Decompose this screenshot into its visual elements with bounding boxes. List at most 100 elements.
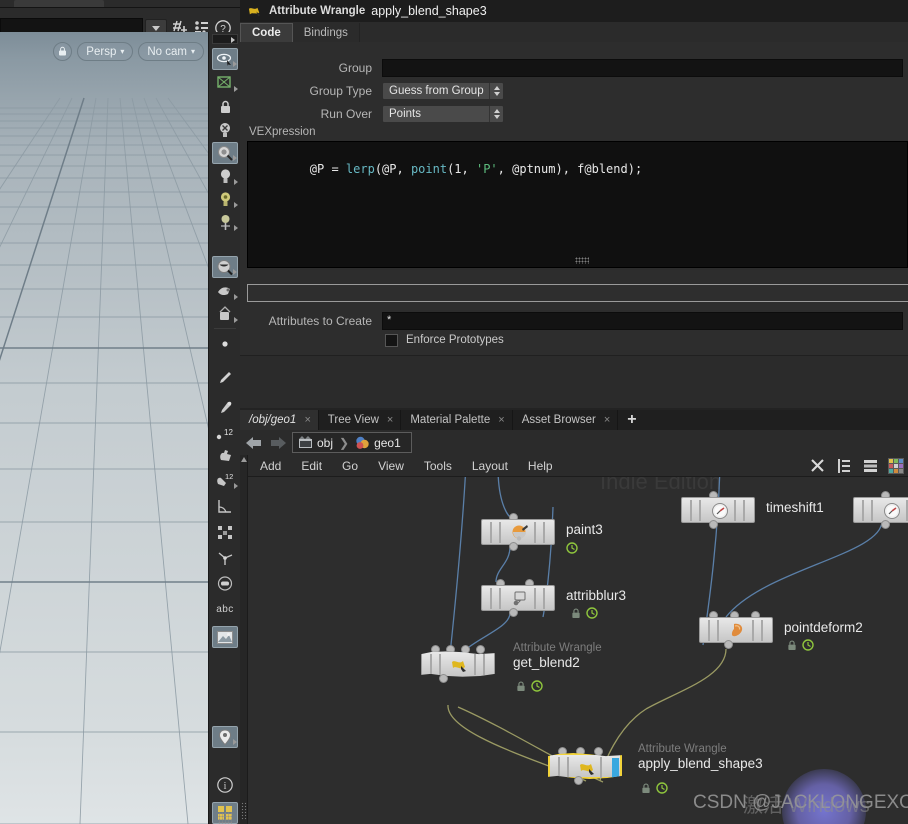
image-tool[interactable] <box>212 626 238 648</box>
view-persp-menu[interactable]: Persp ▾ <box>77 42 134 61</box>
node-output-port[interactable] <box>724 640 733 649</box>
node-output-port[interactable] <box>709 520 718 529</box>
tools-button[interactable] <box>810 458 826 474</box>
breadcrumb-label: geo1 <box>374 435 401 450</box>
light-tool[interactable] <box>212 165 238 187</box>
secure-selection[interactable] <box>212 96 238 118</box>
bucket-tool[interactable] <box>212 303 238 325</box>
node-output-port[interactable] <box>509 542 518 551</box>
close-icon[interactable]: × <box>387 414 393 426</box>
node-body[interactable] <box>481 585 555 611</box>
menu-layout[interactable]: Layout <box>462 455 518 477</box>
viewport-3d[interactable]: Persp ▾ No cam ▾ <box>0 32 208 824</box>
enforce-prototypes-checkbox[interactable] <box>385 333 398 347</box>
node-get-blend2[interactable]: Attribute Wrangle get_blend2 <box>421 642 602 692</box>
vexpression-editor[interactable]: @P = lerp(@P, point(1, 'P', @ptnum), f@b… <box>247 141 908 268</box>
panel-tab-stub[interactable] <box>14 0 104 7</box>
chevron-up-icon[interactable] <box>241 457 247 462</box>
list-view-button[interactable] <box>836 458 852 474</box>
spinner-icon[interactable] <box>489 83 503 99</box>
new-tab-button[interactable]: + <box>618 410 645 430</box>
info-button[interactable]: i <box>212 774 238 796</box>
network-tab-geo1[interactable]: /obj/geo1 × <box>240 410 319 430</box>
node-body[interactable] <box>681 497 755 523</box>
axis-tool[interactable] <box>212 546 238 568</box>
group-field[interactable] <box>382 59 903 77</box>
node-timeshift1[interactable]: timeshift1 <box>681 491 824 529</box>
paint-tool[interactable] <box>212 280 238 302</box>
lock-view-button[interactable] <box>53 42 73 61</box>
node-output-port[interactable] <box>881 520 890 529</box>
node-output-port[interactable] <box>509 608 518 617</box>
network-vertical-scroll[interactable] <box>240 455 248 824</box>
select-whole-geometry[interactable] <box>212 119 238 141</box>
camera-menu[interactable]: No cam ▾ <box>138 42 204 61</box>
menu-tools[interactable]: Tools <box>414 455 462 477</box>
panel-header-icon[interactable] <box>212 34 238 44</box>
breadcrumb-geo1[interactable]: geo1 <box>355 436 401 450</box>
hand-tool[interactable] <box>212 445 238 467</box>
select-tool[interactable] <box>212 48 238 70</box>
node-body[interactable] <box>699 617 773 643</box>
node-timeshift2[interactable] <box>853 491 908 529</box>
scroll-grip[interactable] <box>241 802 247 820</box>
vexpression-resize-handle[interactable] <box>248 256 907 265</box>
brush-tool[interactable] <box>212 367 238 389</box>
network-canvas[interactable]: Indie Edition paint3 attribblur3 Attribu… <box>248 477 908 824</box>
node-paint3[interactable]: paint3 <box>481 513 603 554</box>
menu-edit[interactable]: Edit <box>291 455 332 477</box>
hand-12-tool[interactable]: 12 <box>212 469 238 491</box>
spinner-icon[interactable] <box>489 106 503 122</box>
close-icon[interactable]: × <box>604 414 610 426</box>
node-input-port[interactable] <box>594 747 603 756</box>
bounding-box-tool[interactable] <box>212 521 238 543</box>
node-output-port[interactable] <box>439 674 448 683</box>
pin-bulb-tool[interactable] <box>212 211 238 233</box>
attributes-to-create-field[interactable]: * <box>382 312 903 330</box>
light-on-tool[interactable] <box>212 188 238 210</box>
menu-help[interactable]: Help <box>518 455 563 477</box>
eyedropper-tool[interactable] <box>212 397 238 419</box>
chevron-right-icon: ❯ <box>339 435 350 450</box>
select-visible-geometry[interactable] <box>212 72 238 94</box>
network-tab-tree-view[interactable]: Tree View × <box>319 410 402 430</box>
node-attribblur3[interactable]: attribblur3 <box>481 579 626 619</box>
color-palette-button[interactable] <box>888 458 904 474</box>
capsule-icon <box>217 575 233 591</box>
back-button[interactable] <box>244 433 264 453</box>
run-over-menu[interactable]: Points <box>382 105 504 123</box>
vexpression-status-field[interactable] <box>247 284 908 302</box>
node-body[interactable] <box>548 753 622 779</box>
tab-code[interactable]: Code <box>240 23 293 42</box>
node-body[interactable] <box>421 651 495 677</box>
node-name: timeshift1 <box>766 500 824 515</box>
network-tab-material-palette[interactable]: Material Palette × <box>401 410 513 430</box>
text-tool[interactable]: abc <box>212 598 238 620</box>
group-type-menu[interactable]: Guess from Group <box>382 82 504 100</box>
node-body[interactable] <box>853 497 908 523</box>
number-tool[interactable]: 12 <box>212 423 238 445</box>
panel-resize-grip[interactable] <box>218 812 232 824</box>
node-input-port[interactable] <box>476 645 485 654</box>
close-icon[interactable]: × <box>498 414 504 426</box>
measure-tool[interactable] <box>212 495 238 517</box>
node-display-flag[interactable] <box>612 758 619 778</box>
close-icon[interactable]: × <box>304 414 310 426</box>
node-apply-blend-shape3[interactable]: Attribute Wrangle apply_blend_shape3 <box>548 743 763 794</box>
network-tab-asset-browser[interactable]: Asset Browser × <box>513 410 619 430</box>
tab-bindings[interactable]: Bindings <box>293 23 360 42</box>
menu-add[interactable]: Add <box>250 455 291 477</box>
view-tool[interactable] <box>212 256 238 278</box>
breadcrumb-obj[interactable]: obj <box>298 435 333 450</box>
handle-tool[interactable] <box>212 142 238 164</box>
capsule-tool[interactable] <box>212 572 238 594</box>
node-body[interactable] <box>481 519 555 545</box>
forward-button[interactable] <box>268 433 288 453</box>
marker-tool[interactable] <box>212 726 238 748</box>
menu-go[interactable]: Go <box>332 455 368 477</box>
point-tool[interactable] <box>212 333 238 355</box>
layers-button[interactable] <box>862 458 878 474</box>
node-output-port[interactable] <box>574 776 583 785</box>
node-pointdeform2[interactable]: pointdeform2 <box>699 611 863 651</box>
menu-view[interactable]: View <box>368 455 414 477</box>
